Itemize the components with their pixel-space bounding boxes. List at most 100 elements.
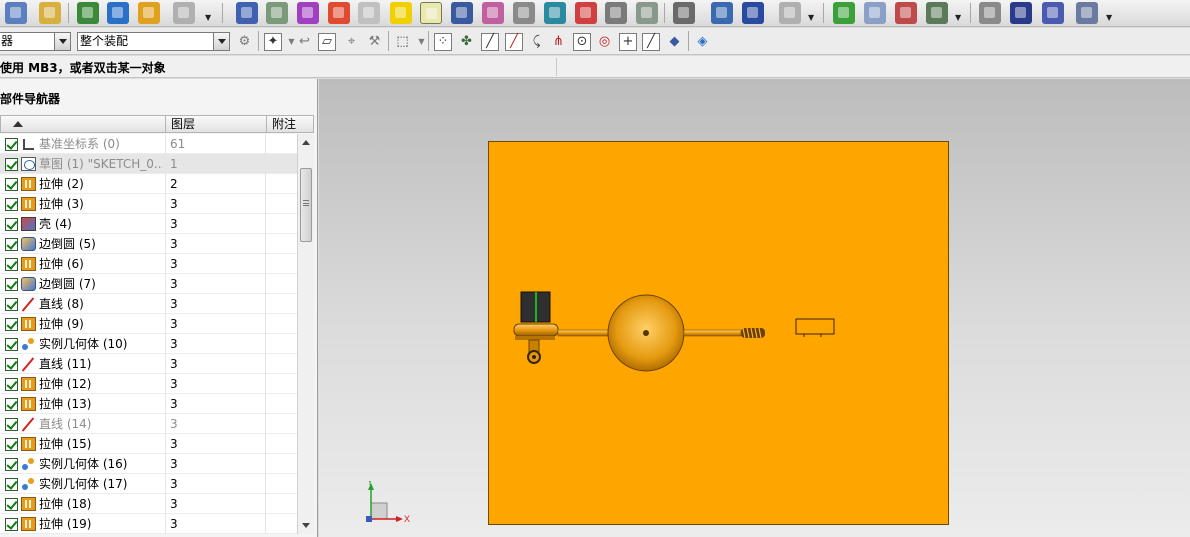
feature-row[interactable]: 直线 (14) 3 [0, 414, 297, 434]
point-on-curve-icon[interactable]: ╱ [642, 33, 660, 51]
feature-row[interactable]: 拉伸 (6) 3 [0, 254, 297, 274]
feature-row[interactable]: 边倒圆 (7) 3 [0, 274, 297, 294]
small-bracket[interactable] [795, 318, 835, 337]
feature-row[interactable]: 草图 (1) "SKETCH_0... 1 [0, 154, 297, 174]
clean-up-icon[interactable] [390, 2, 412, 24]
visibility-checkbox[interactable] [5, 198, 18, 211]
undo-icon[interactable]: ↩ [296, 34, 313, 50]
feature-row[interactable]: 拉伸 (15) 3 [0, 434, 297, 454]
vertical-scrollbar[interactable] [297, 134, 314, 534]
cube-gray-2-icon[interactable] [636, 2, 658, 24]
visibility-checkbox[interactable] [5, 378, 18, 391]
visibility-checkbox[interactable] [5, 438, 18, 451]
color-palette-icon[interactable] [328, 2, 350, 24]
filter-icon[interactable] [779, 2, 801, 24]
text-annotation-icon[interactable] [173, 2, 195, 24]
left-shaft[interactable] [557, 329, 613, 337]
chevron-down-icon[interactable]: ▼ [1106, 14, 1112, 22]
visibility-checkbox[interactable] [5, 358, 18, 371]
quadrant-icon[interactable]: ◎ [596, 34, 613, 50]
feature-row[interactable]: 拉伸 (19) 3 [0, 514, 297, 534]
eraser-icon[interactable]: ▱ [318, 33, 336, 51]
snap-settings-icon[interactable]: ✤ [458, 34, 475, 50]
check-icon[interactable] [833, 2, 855, 24]
cube-gray-icon[interactable] [605, 2, 627, 24]
visibility-checkbox[interactable] [5, 258, 18, 271]
part-plate[interactable] [488, 141, 949, 525]
visibility-checkbox[interactable] [5, 178, 18, 191]
scroll-up-icon[interactable] [302, 140, 310, 145]
chevron-down-icon[interactable]: ▼ [808, 14, 814, 22]
image-icon[interactable] [575, 2, 597, 24]
feature-row[interactable]: 直线 (11) 3 [0, 354, 297, 374]
feature-row[interactable]: 实例几何体 (10) 3 [0, 334, 297, 354]
bar-icon[interactable] [979, 2, 1001, 24]
visibility-checkbox[interactable] [5, 298, 18, 311]
edit-note-icon[interactable] [39, 2, 61, 24]
feature-row[interactable]: 实例几何体 (16) 3 [0, 454, 297, 474]
snap-points-icon[interactable]: ⁘ [434, 33, 452, 51]
feature-row[interactable]: 拉伸 (18) 3 [0, 494, 297, 514]
assembly-constraints-icon[interactable] [77, 2, 99, 24]
axis-icon[interactable] [926, 2, 948, 24]
visibility-checkbox[interactable] [5, 238, 18, 251]
intersection-icon[interactable]: ⋔ [550, 34, 567, 50]
section-icon[interactable] [742, 2, 764, 24]
scroll-down-icon[interactable] [302, 523, 310, 528]
add-component-icon[interactable] [138, 2, 160, 24]
table-icon[interactable] [864, 2, 886, 24]
shapes-icon[interactable] [482, 2, 504, 24]
cylinder-icon[interactable] [1010, 2, 1032, 24]
selected-tool-icon[interactable] [420, 2, 442, 24]
information-icon[interactable] [5, 2, 27, 24]
layer-settings-icon[interactable] [358, 2, 380, 24]
funnel-disc[interactable] [607, 294, 685, 372]
user-icon[interactable] [451, 2, 473, 24]
bounded-grid-icon[interactable]: ◈ [694, 34, 711, 50]
visibility-checkbox[interactable] [5, 138, 18, 151]
visibility-checkbox[interactable] [5, 398, 18, 411]
chevron-down-icon[interactable] [54, 33, 70, 50]
graphics-window[interactable]: Y X [319, 79, 1190, 537]
feature-row[interactable]: 拉伸 (2) 2 [0, 174, 297, 194]
render-style-icon[interactable] [236, 2, 258, 24]
shaded-view-icon[interactable] [266, 2, 288, 24]
analysis-icon[interactable] [711, 2, 733, 24]
boolean-icon[interactable] [513, 2, 535, 24]
settings-icon[interactable] [1076, 2, 1098, 24]
existing-point-icon[interactable]: + [619, 33, 637, 51]
feature-row[interactable]: 边倒圆 (5) 3 [0, 234, 297, 254]
visibility-checkbox[interactable] [5, 458, 18, 471]
feature-row[interactable]: 拉伸 (9) 3 [0, 314, 297, 334]
chevron-down-icon[interactable] [213, 33, 229, 50]
feature-row[interactable]: 拉伸 (3) 3 [0, 194, 297, 214]
box-select-icon[interactable]: ⬚ [394, 34, 411, 50]
chevron-down-icon[interactable]: ▼ [205, 14, 211, 22]
visibility-checkbox[interactable] [5, 218, 18, 231]
link-icon[interactable]: ⌖ [343, 34, 360, 50]
pen-icon[interactable] [1042, 2, 1064, 24]
visibility-checkbox[interactable] [5, 278, 18, 291]
end-point-icon[interactable]: ╱ [481, 33, 499, 51]
point-on-face-icon[interactable]: ◆ [666, 34, 683, 50]
arc-center-icon[interactable]: ⊙ [573, 33, 591, 51]
column-header-layer[interactable]: 图层 [166, 116, 266, 132]
feature-row[interactable]: 拉伸 (13) 3 [0, 394, 297, 414]
visibility-checkbox[interactable] [5, 478, 18, 491]
visibility-checkbox[interactable] [5, 498, 18, 511]
feature-row[interactable]: 实例几何体 (17) 3 [0, 474, 297, 494]
feature-row[interactable]: 基准坐标系 (0) 61 [0, 134, 297, 154]
visibility-checkbox[interactable] [5, 418, 18, 431]
control-point-icon[interactable]: ⤹ [528, 34, 545, 50]
visibility-checkbox[interactable] [5, 318, 18, 331]
feature-row[interactable]: 直线 (8) 3 [0, 294, 297, 314]
threaded-rod-end[interactable] [741, 327, 765, 339]
scrollbar-thumb[interactable] [300, 168, 312, 242]
view-box-icon[interactable] [673, 2, 695, 24]
column-header-comments[interactable]: 附注 [267, 116, 315, 132]
move-component-icon[interactable] [107, 2, 129, 24]
block-icon[interactable] [544, 2, 566, 24]
curve-icon[interactable] [297, 2, 319, 24]
visibility-checkbox[interactable] [5, 338, 18, 351]
feature-row[interactable]: 壳 (4) 3 [0, 214, 297, 234]
